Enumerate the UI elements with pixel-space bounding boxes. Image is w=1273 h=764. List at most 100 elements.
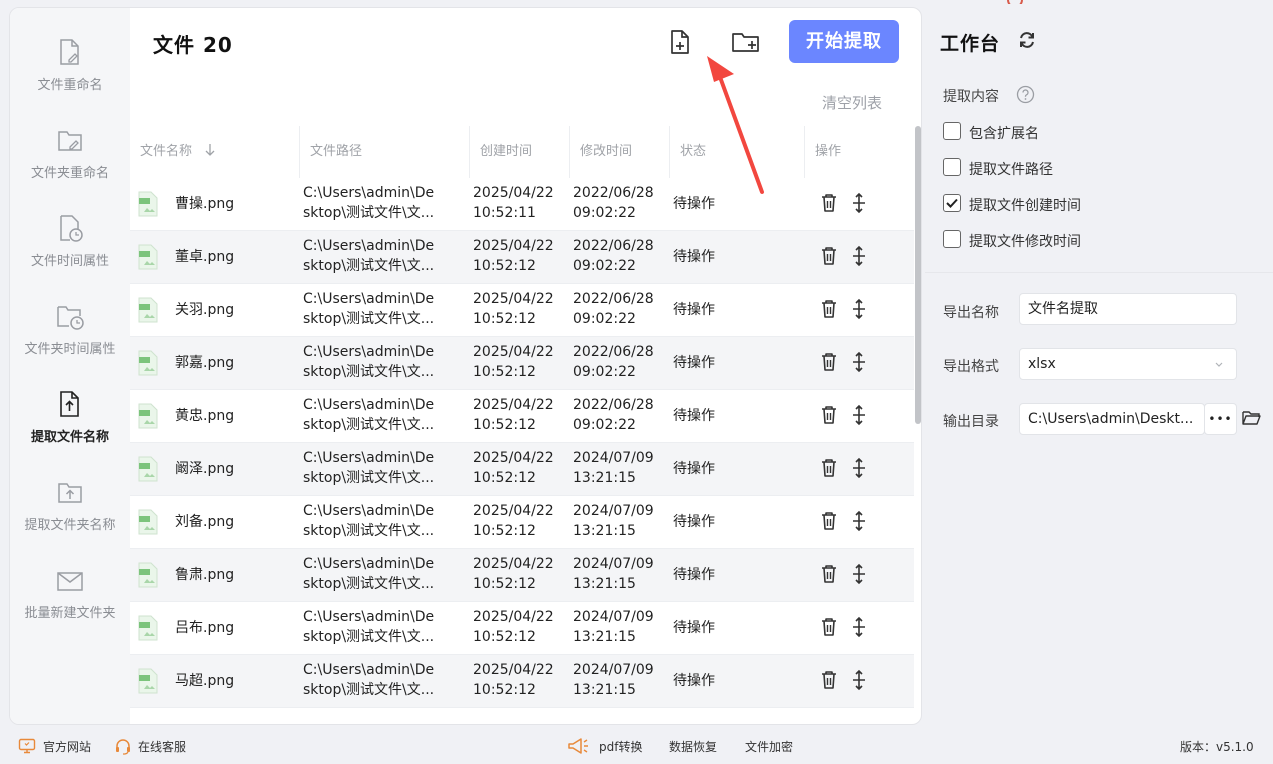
move-handle-icon[interactable] (850, 563, 868, 585)
table-row[interactable]: 吕布.png C:\Users\admin\De sktop\测试文件\文... 20… (130, 602, 914, 655)
table-row[interactable]: 鲁肃.png C:\Users\admin\De sktop\测试文件\文... 20… (130, 549, 914, 602)
delete-icon[interactable] (820, 457, 838, 479)
refresh-icon[interactable] (1017, 30, 1037, 50)
delete-icon[interactable] (820, 351, 838, 373)
page-title: 文件 20 (153, 33, 233, 57)
created-time-cell: 2025/04/22 10:52:12 (473, 448, 554, 488)
move-handle-icon[interactable] (850, 245, 868, 267)
sort-down-icon[interactable] (204, 143, 216, 157)
checkbox-extract-path[interactable] (943, 158, 961, 176)
move-handle-icon[interactable] (850, 404, 868, 426)
created-date: 2025/04/22 (473, 503, 554, 519)
export-name-input[interactable]: 文件名提取 (1019, 293, 1237, 325)
checkbox-extract-modified-time[interactable] (943, 230, 961, 248)
move-handle-icon[interactable] (850, 616, 868, 638)
created-clock: 10:52:12 (473, 417, 536, 433)
move-handle-icon[interactable] (850, 351, 868, 373)
move-handle-icon[interactable] (850, 669, 868, 691)
pdf-convert-link[interactable]: pdf转换 (599, 738, 642, 755)
file-path-line2: sktop\测试文件\文... (303, 311, 435, 327)
modified-clock: 09:02:22 (573, 417, 636, 433)
table-row[interactable]: 董卓.png C:\Users\admin\De sktop\测试文件\文... 20… (130, 231, 914, 284)
table-row[interactable]: 曹操.png C:\Users\admin\De sktop\测试文件\文... 20… (130, 178, 914, 231)
modified-clock: 09:02:22 (573, 364, 636, 380)
delete-icon[interactable] (820, 192, 838, 214)
modified-time-cell: 2022/06/28 09:02:22 (573, 236, 654, 276)
delete-icon[interactable] (820, 510, 838, 532)
sidebar-item-file-time[interactable]: 文件时间属性 (10, 214, 130, 269)
extract-content-label: 提取内容 (943, 89, 999, 105)
sidebar-item-file-rename[interactable]: 文件重命名 (10, 38, 130, 93)
created-clock: 10:52:12 (473, 258, 536, 274)
start-extract-button[interactable]: 开始提取 (789, 20, 899, 63)
delete-icon[interactable] (820, 669, 838, 691)
help-icon[interactable] (1016, 85, 1035, 104)
option-extract-created-time-label: 提取文件创建时间 (969, 198, 1081, 214)
delete-icon[interactable] (820, 563, 838, 585)
png-file-icon (138, 403, 158, 429)
file-path-line2: sktop\测试文件\文... (303, 364, 435, 380)
png-file-icon (138, 615, 158, 641)
official-website-link[interactable]: 官方网站 (43, 738, 91, 755)
add-file-icon[interactable] (666, 28, 694, 56)
file-path-cell: C:\Users\admin\De sktop\测试文件\文... (303, 289, 434, 329)
png-file-icon (138, 509, 158, 535)
clear-list-button[interactable]: 清空列表 (822, 92, 882, 113)
created-time-cell: 2025/04/22 10:52:11 (473, 183, 554, 223)
table-row[interactable]: 关羽.png C:\Users\admin\De sktop\测试文件\文... 20… (130, 284, 914, 337)
megaphone-icon (568, 738, 588, 754)
delete-icon[interactable] (820, 404, 838, 426)
browse-more-button[interactable]: ••• (1204, 403, 1237, 435)
modified-date: 2022/06/28 (573, 238, 654, 254)
file-edit-icon (60, 39, 79, 65)
delete-icon[interactable] (820, 616, 838, 638)
sidebar-item-batch-new-folder[interactable]: 批量新建文件夹 (10, 568, 130, 621)
option-include-extension-label: 包含扩展名 (969, 126, 1039, 142)
table-row[interactable]: 阚泽.png C:\Users\admin\De sktop\测试文件\文... 20… (130, 443, 914, 496)
sidebar-item-extract-folder-name[interactable]: 提取文件夹名称 (10, 478, 130, 533)
file-path-cell: C:\Users\admin\De sktop\测试文件\文... (303, 554, 434, 594)
modified-date: 2024/07/09 (573, 503, 654, 519)
move-handle-icon[interactable] (850, 192, 868, 214)
file-encrypt-link[interactable]: 文件加密 (745, 738, 793, 755)
move-handle-icon[interactable] (850, 457, 868, 479)
table-row[interactable]: 黄忠.png C:\Users\admin\De sktop\测试文件\文... 20… (130, 390, 914, 443)
status-cell: 待操作 (673, 302, 715, 318)
data-recovery-link[interactable]: 数据恢复 (669, 738, 717, 755)
file-path-line2: sktop\测试文件\文... (303, 470, 435, 486)
move-handle-icon[interactable] (850, 298, 868, 320)
sidebar-item-extract-file-name[interactable]: 提取文件名称 (10, 390, 130, 445)
headset-icon (116, 739, 130, 755)
sidebar-item-folder-time[interactable]: 文件夹时间属性 (10, 302, 130, 357)
file-name-cell: 鲁肃.png (175, 567, 235, 583)
modified-time-cell: 2024/07/09 13:21:15 (573, 607, 654, 647)
delete-icon[interactable] (820, 298, 838, 320)
panel-title: 工作台 (940, 33, 1001, 55)
table-scrollbar[interactable] (914, 126, 921, 724)
modified-clock: 09:02:22 (573, 311, 636, 327)
modified-date: 2024/07/09 (573, 556, 654, 572)
sidebar-item-folder-rename[interactable]: 文件夹重命名 (10, 126, 130, 181)
png-file-icon (138, 244, 158, 270)
mail-folder-icon (57, 572, 83, 591)
table-row[interactable]: 马超.png C:\Users\admin\De sktop\测试文件\文... 20… (130, 655, 914, 708)
table-row[interactable]: 郭嘉.png C:\Users\admin\De sktop\测试文件\文... 20… (130, 337, 914, 390)
output-dir-input[interactable]: C:\Users\admin\Deskt... (1019, 403, 1205, 435)
created-time-cell: 2025/04/22 10:52:12 (473, 501, 554, 541)
table-row[interactable]: 刘备.png C:\Users\admin\De sktop\测试文件\文... 20… (130, 496, 914, 549)
export-format-select[interactable]: xlsx (1019, 348, 1237, 380)
scroll-thumb[interactable] (915, 126, 921, 424)
move-handle-icon[interactable] (850, 510, 868, 532)
delete-icon[interactable] (820, 245, 838, 267)
checkbox-extract-created-time[interactable] (943, 194, 961, 212)
online-service-link[interactable]: 在线客服 (138, 738, 186, 755)
open-folder-icon[interactable] (1241, 409, 1262, 427)
folder-edit-icon (58, 131, 82, 151)
version-label: 版本：v5.1.0 (1180, 740, 1254, 754)
status-cell: 待操作 (673, 461, 715, 477)
checkbox-include-extension[interactable] (943, 122, 961, 140)
col-file-name[interactable]: 文件名称 (130, 126, 216, 178)
created-date: 2025/04/22 (473, 556, 554, 572)
created-clock: 10:52:12 (473, 364, 536, 380)
file-name-cell: 吕布.png (175, 620, 235, 636)
